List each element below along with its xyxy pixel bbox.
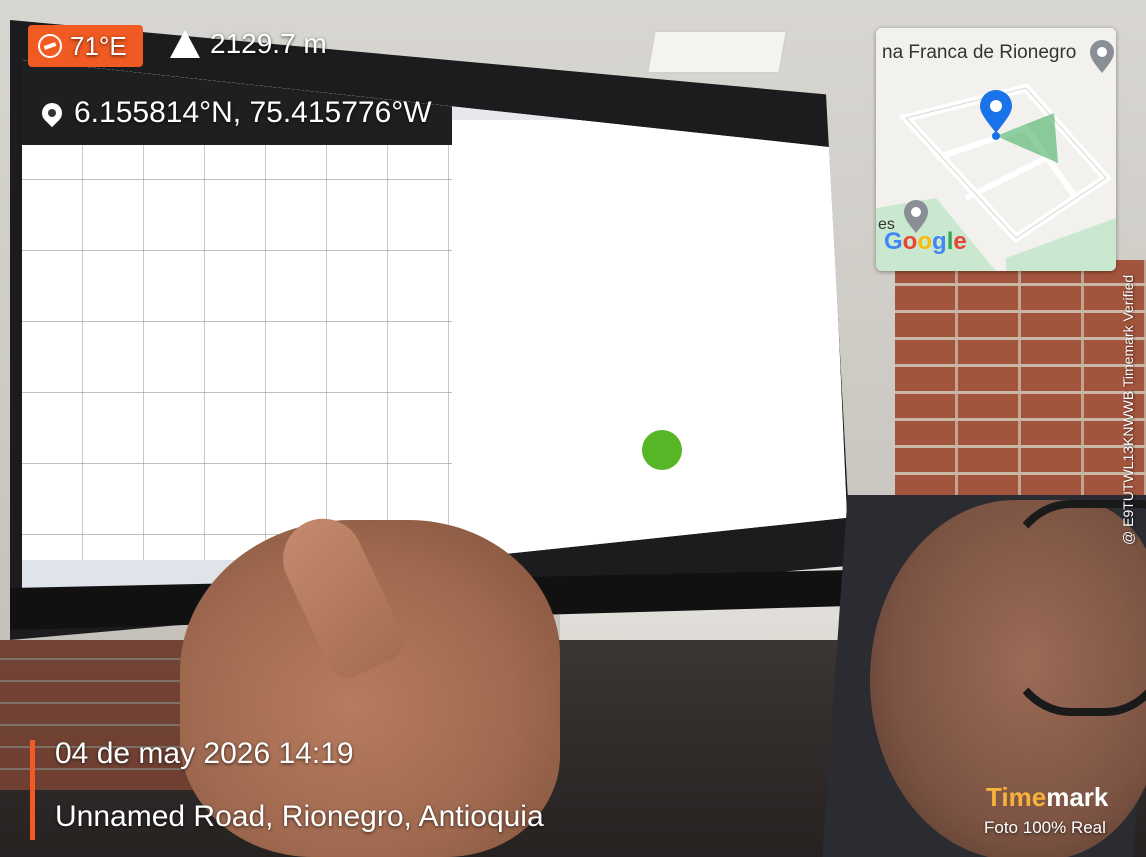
ceiling-light (646, 30, 788, 74)
mini-map: na Franca de Rionegro es Google (876, 28, 1116, 271)
email-window (452, 120, 847, 580)
location-pin-icon (37, 98, 67, 128)
coordinates: 6.155814°N, 75.415776°W (37, 96, 432, 130)
accent-bar (30, 740, 35, 840)
coordinates-value: 6.155814°N, 75.415776°W (74, 96, 432, 129)
mountain-icon (170, 30, 200, 58)
compass-heading: 71°E (70, 30, 127, 61)
compass-icon (38, 34, 62, 58)
date-time: 04 de may 2026 14:19 (55, 737, 354, 770)
timemark-logo: Timemark (986, 782, 1109, 812)
verification-code: @ E9TUTWL13KNWWB Timemark Verified (1120, 274, 1136, 545)
google-logo: Google (884, 228, 967, 255)
sena-logo (642, 430, 682, 470)
altitude-value: 2129.7 m (210, 28, 327, 59)
timemark-subtitle: Foto 100% Real (984, 818, 1106, 837)
altitude: 2129.7 m (170, 28, 327, 60)
compass-badge: 71°E (28, 25, 143, 67)
address: Unnamed Road, Rionegro, Antioquia (55, 800, 544, 833)
map-place-label: na Franca de Rionegro (882, 42, 1077, 63)
